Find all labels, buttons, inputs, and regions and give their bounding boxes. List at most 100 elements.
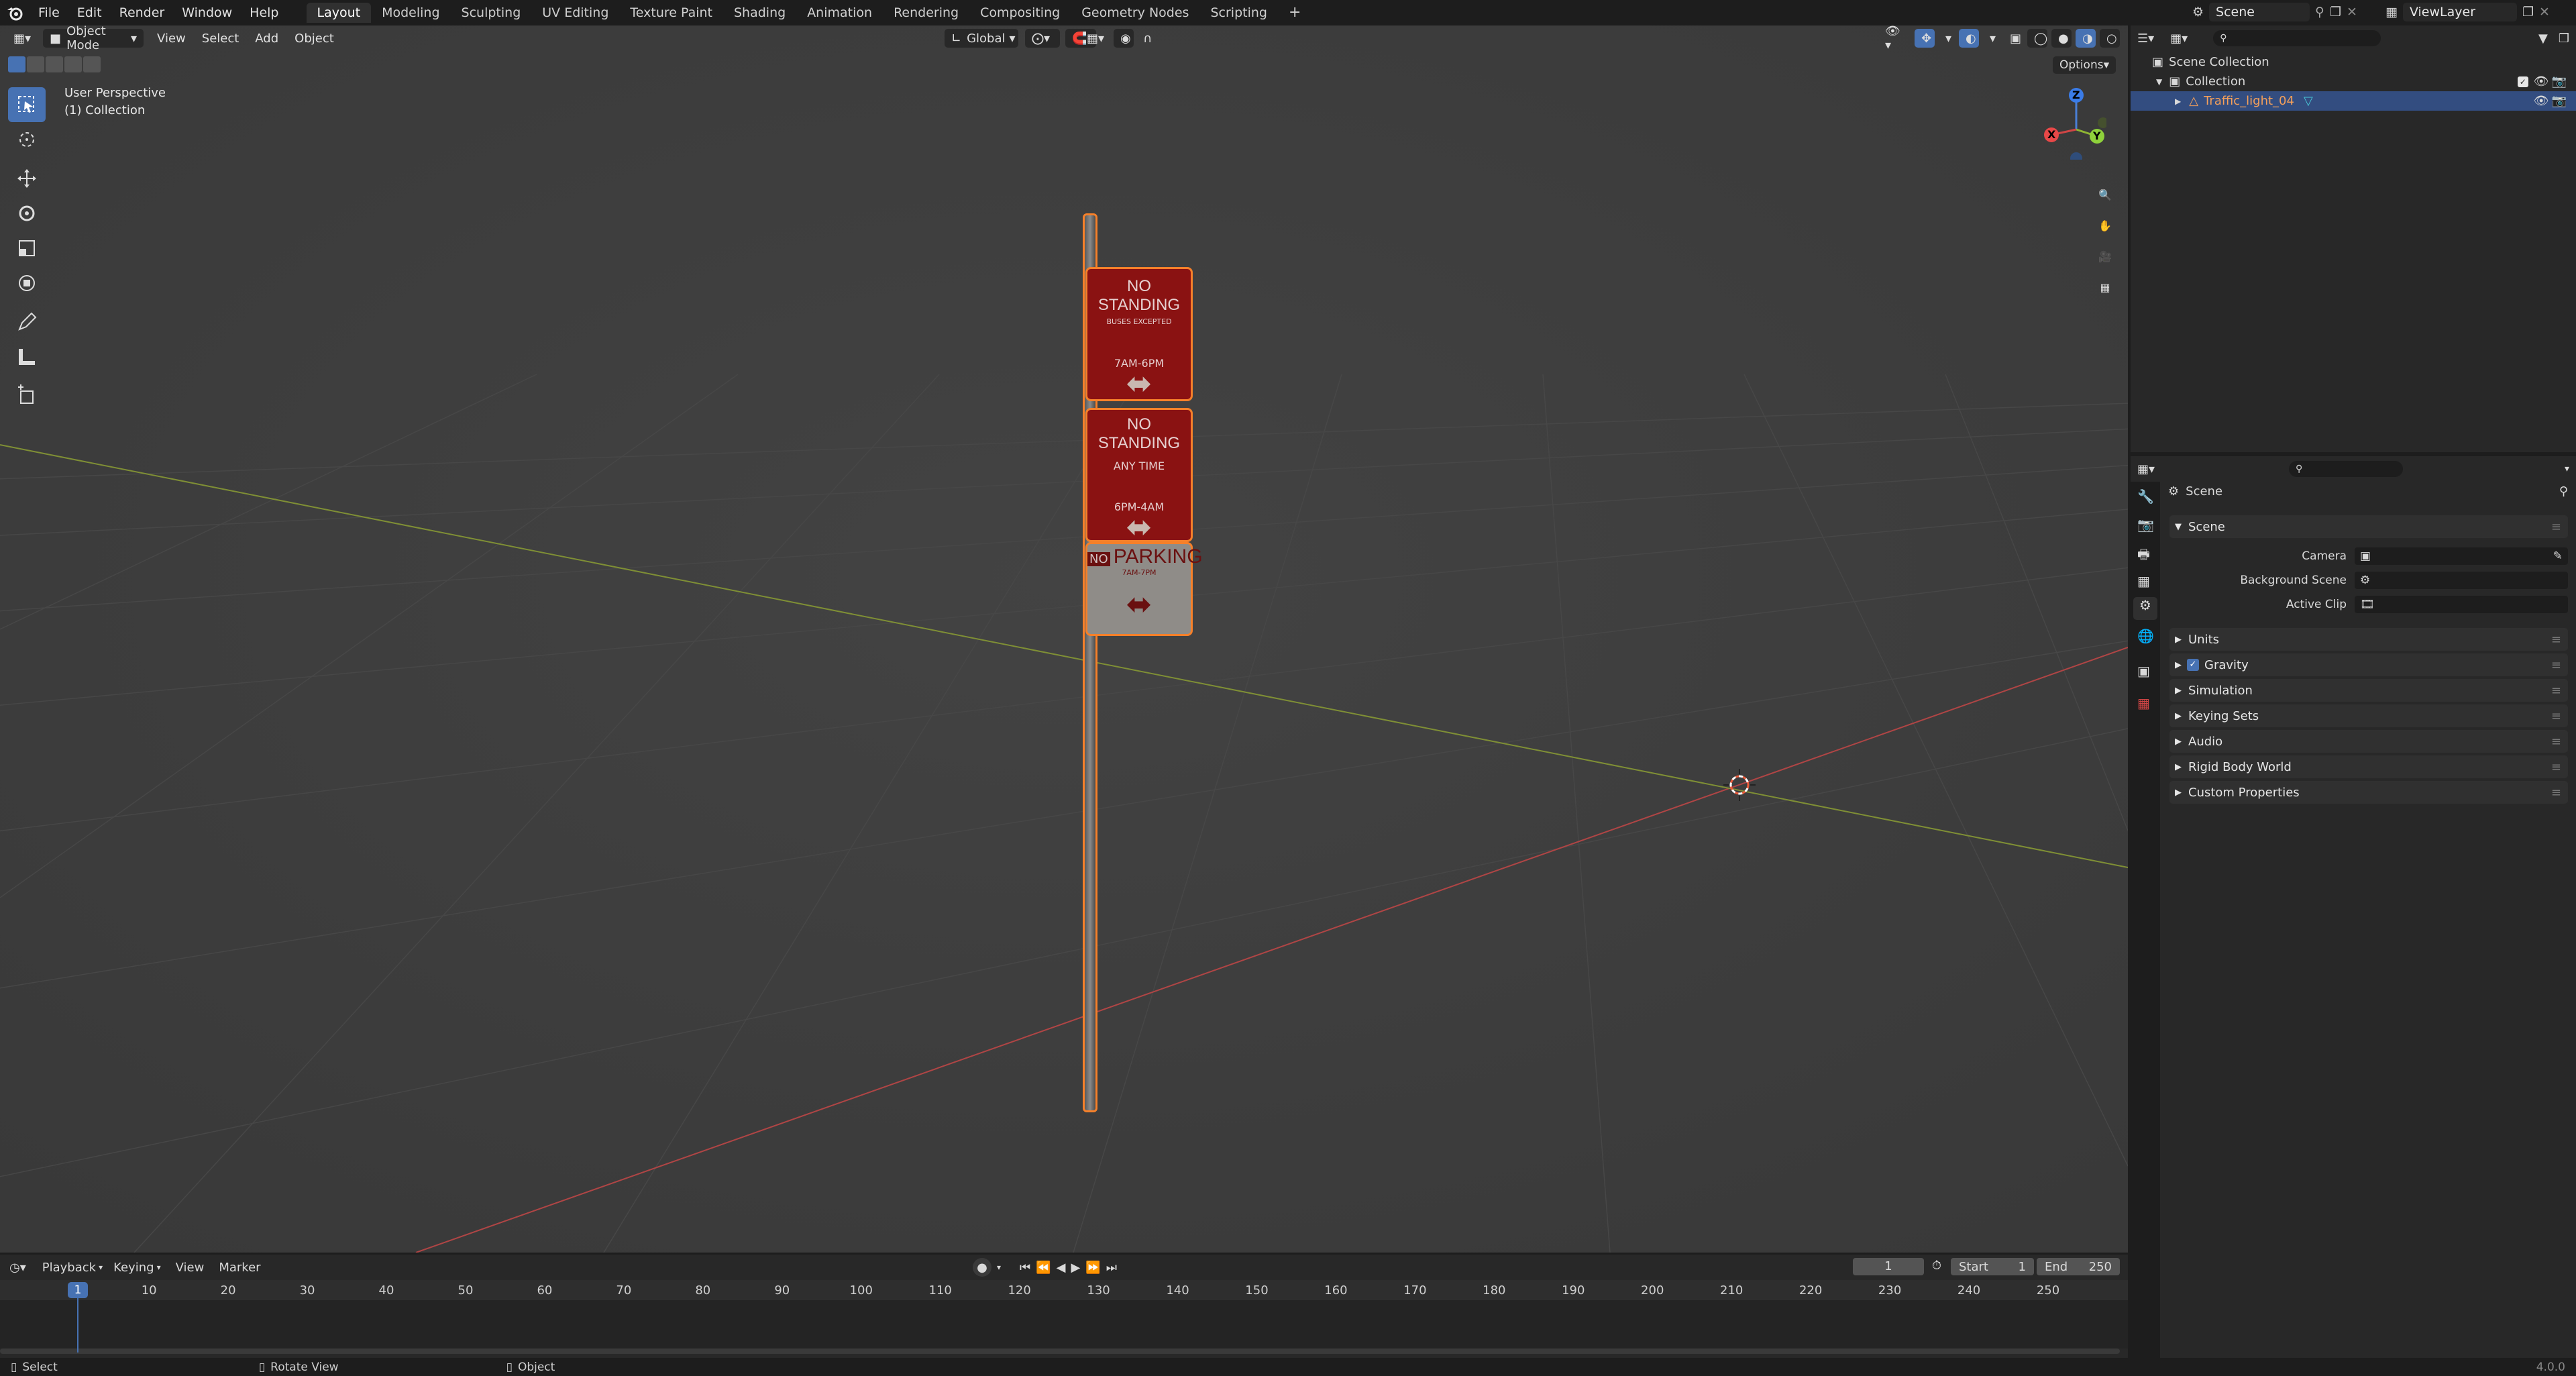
background-scene-input[interactable]: ⚙	[2355, 572, 2568, 589]
select-new-icon[interactable]	[8, 56, 25, 72]
zoom-icon[interactable]: 🔍	[2090, 180, 2120, 209]
render-camera-icon[interactable]: 📷	[2552, 74, 2567, 89]
camera-input[interactable]: ▣ ✎	[2355, 547, 2568, 565]
panel-audio[interactable]: ▶ Audio ≡	[2169, 730, 2568, 753]
select-intersect-icon[interactable]	[83, 56, 101, 72]
scene-icon[interactable]: ⚙	[2192, 5, 2204, 19]
3d-viewport[interactable]: NO STANDING BUSES EXCEPTED 7AM-6PM ⬌ NO …	[0, 25, 2128, 1253]
xray-toggle[interactable]: ▣	[2003, 29, 2023, 48]
chevron-down-icon[interactable]: ▾	[997, 1263, 1001, 1272]
prev-keyframe-icon[interactable]: ⏪	[1036, 1261, 1051, 1275]
world-tab-icon[interactable]: 🌐	[2137, 628, 2154, 644]
properties-search-input[interactable]: ⚲	[2289, 461, 2404, 477]
exclude-checkbox[interactable]: ✓	[2517, 76, 2528, 87]
pivot-selector[interactable]: ⨀▾	[1025, 29, 1060, 48]
menu-edit[interactable]: Edit	[68, 0, 111, 25]
shading-wireframe[interactable]: ◯	[2027, 29, 2047, 48]
panel-keying-sets[interactable]: ▶ Keying Sets ≡	[2169, 704, 2568, 727]
panel-options-icon[interactable]: ▾	[2565, 464, 2569, 474]
timeline-scrollbar[interactable]	[0, 1348, 2120, 1354]
tab-layout[interactable]: Layout	[306, 3, 372, 23]
delete-scene-icon[interactable]: ✕	[2347, 5, 2357, 19]
add-cube-tool[interactable]	[8, 378, 46, 413]
tab-modeling[interactable]: Modeling	[371, 3, 450, 23]
scene-tab-icon[interactable]: ⚙	[2133, 597, 2157, 620]
panel-units[interactable]: ▶ Units ≡	[2169, 628, 2568, 651]
keyframe-area[interactable]	[0, 1300, 2128, 1348]
view-layer-tab-icon[interactable]: ▦	[2137, 573, 2150, 589]
menu-help[interactable]: Help	[241, 0, 287, 25]
expand-arrow-icon[interactable]: ▶	[2175, 97, 2181, 106]
visibility-eye-icon[interactable]: 👁	[2534, 94, 2549, 108]
editor-type-button[interactable]: ▦▾	[7, 29, 38, 48]
timeline-editor-type-icon[interactable]: ◷▾	[9, 1261, 26, 1275]
viewport-menu-view[interactable]: View	[149, 32, 194, 46]
transform-orientation-selector[interactable]: ∟ Global ▾	[945, 29, 1018, 48]
menu-file[interactable]: File	[30, 0, 68, 25]
gizmo-toggle[interactable]: ✥	[1915, 29, 1935, 48]
scene-selector[interactable]: Scene	[2209, 3, 2310, 21]
render-camera-icon[interactable]: 📷	[2552, 94, 2567, 108]
tab-sculpting[interactable]: Sculpting	[451, 3, 532, 23]
drag-handle-icon[interactable]: ≡	[2551, 658, 2561, 672]
viewport-menu-add[interactable]: Add	[247, 32, 286, 46]
select-invert-icon[interactable]	[64, 56, 82, 72]
tab-animation[interactable]: Animation	[796, 3, 883, 23]
drag-handle-icon[interactable]: ≡	[2551, 709, 2561, 723]
snap-target-selector[interactable]: ▦▾	[1080, 29, 1111, 48]
pin-icon[interactable]: ⚲	[2559, 484, 2568, 498]
shading-material[interactable]: ◑	[2076, 29, 2096, 48]
scale-tool[interactable]	[8, 231, 46, 266]
sign-no-standing-buses[interactable]: NO STANDING BUSES EXCEPTED 7AM-6PM ⬌	[1085, 267, 1193, 401]
new-collection-icon[interactable]: ❐	[2559, 32, 2569, 46]
options-button[interactable]: Options ▾	[2053, 56, 2116, 74]
tab-geometry-nodes[interactable]: Geometry Nodes	[1071, 3, 1199, 23]
pin-icon[interactable]: ⚲	[2315, 5, 2324, 19]
render-tab-icon[interactable]: 📷	[2137, 517, 2154, 533]
timeline-menu-keying[interactable]: Keying	[113, 1261, 154, 1275]
drag-handle-icon[interactable]: ≡	[2551, 520, 2561, 534]
tab-compositing[interactable]: Compositing	[969, 3, 1071, 23]
panel-rigid-body-world[interactable]: ▶ Rigid Body World ≡	[2169, 755, 2568, 778]
current-frame-input[interactable]: 1	[1853, 1258, 1924, 1275]
tab-scripting[interactable]: Scripting	[1199, 3, 1278, 23]
play-reverse-icon[interactable]: ◀	[1057, 1261, 1066, 1275]
transform-tool[interactable]	[8, 266, 46, 301]
visibility-selector[interactable]: 👁▾	[1878, 25, 1911, 52]
panel-scene[interactable]: ▼ Scene ≡	[2169, 515, 2568, 538]
panel-custom-properties[interactable]: ▶ Custom Properties ≡	[2169, 781, 2568, 804]
output-tab-icon[interactable]: 🖶	[2137, 545, 2150, 568]
annotate-tool[interactable]	[8, 305, 46, 339]
drag-handle-icon[interactable]: ≡	[2551, 633, 2561, 647]
shading-rendered[interactable]: ○	[2100, 29, 2120, 48]
timeline-menu-playback[interactable]: Playback	[42, 1261, 96, 1275]
menu-window[interactable]: Window	[173, 0, 241, 25]
falloff-selector[interactable]: ∩	[1136, 29, 1163, 48]
timeline-menu-view[interactable]: View	[176, 1261, 205, 1275]
properties-editor-type-icon[interactable]: ▦▾	[2137, 462, 2155, 476]
new-view-layer-icon[interactable]: ❐	[2522, 5, 2534, 19]
ortho-grid-icon[interactable]: ▦	[2090, 272, 2120, 302]
gravity-checkbox[interactable]: ✓	[2187, 659, 2199, 671]
rotate-tool[interactable]	[8, 196, 46, 231]
cursor-tool[interactable]	[8, 122, 46, 157]
view-layer-icon[interactable]: ▦	[2385, 5, 2398, 19]
jump-end-icon[interactable]: ⏭	[1106, 1261, 1117, 1275]
mode-selector[interactable]: ■ Object Mode ▾	[43, 25, 144, 52]
eyedropper-icon[interactable]: ✎	[2553, 549, 2563, 563]
tab-uv-editing[interactable]: UV Editing	[531, 3, 619, 23]
drag-handle-icon[interactable]: ≡	[2551, 786, 2561, 800]
new-scene-icon[interactable]: ❐	[2330, 5, 2341, 19]
end-frame-input[interactable]: End 250	[2037, 1258, 2120, 1275]
next-keyframe-icon[interactable]: ⏩	[1085, 1261, 1100, 1275]
filter-icon[interactable]: ▼	[2538, 32, 2548, 46]
start-frame-input[interactable]: Start 1	[1951, 1258, 2034, 1275]
stopwatch-icon[interactable]: ⏱	[1932, 1259, 1941, 1273]
shading-dropdown[interactable]: ▾	[2124, 29, 2128, 48]
outliner-row-traffic-light[interactable]: ▶ △ Traffic_light_04 ▽ 👁 📷	[2131, 91, 2576, 111]
menu-render[interactable]: Render	[111, 0, 174, 25]
gizmo-dropdown[interactable]: ▾	[1939, 29, 1955, 48]
tab-rendering[interactable]: Rendering	[883, 3, 969, 23]
measure-tool[interactable]	[8, 339, 46, 374]
display-mode-icon[interactable]: ▦▾	[2170, 32, 2188, 46]
